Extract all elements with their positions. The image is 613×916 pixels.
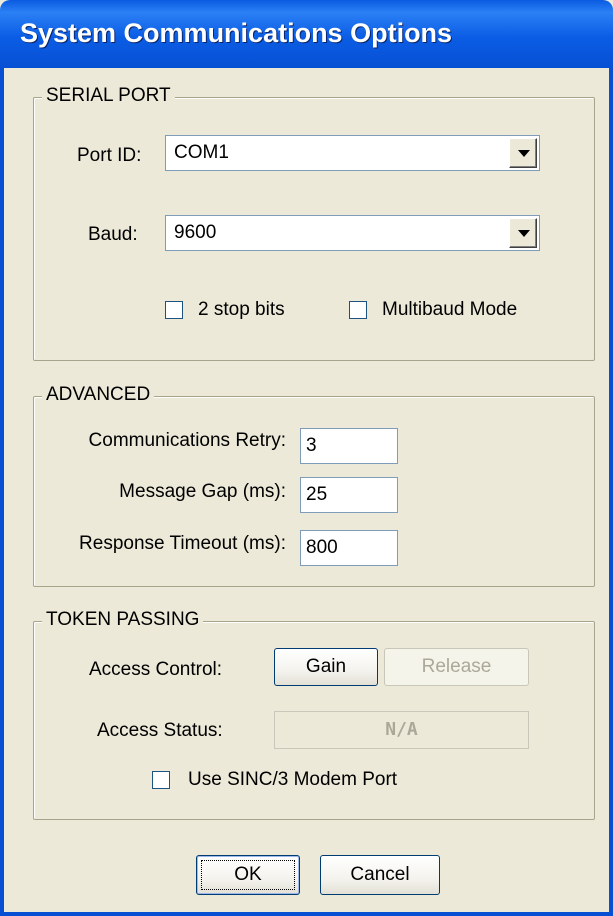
- modem-port-checkbox[interactable]: [152, 771, 170, 789]
- port-id-dropdown-button[interactable]: [509, 138, 537, 168]
- multibaud-mode-label[interactable]: Multibaud Mode: [382, 299, 517, 321]
- title-bar[interactable]: System Communications Options: [0, 0, 613, 68]
- port-id-combobox[interactable]: COM1: [165, 135, 540, 171]
- ok-button[interactable]: OK: [196, 855, 300, 895]
- baud-combobox[interactable]: 9600: [165, 215, 540, 251]
- access-status-field: N/A: [274, 711, 529, 749]
- serial-port-group-label: SERIAL PORT: [42, 85, 175, 107]
- modem-port-label[interactable]: Use SINC/3 Modem Port: [188, 769, 397, 791]
- gain-button[interactable]: Gain: [274, 648, 378, 686]
- comm-retry-value: 3: [306, 435, 317, 456]
- message-gap-label: Message Gap (ms):: [119, 481, 286, 502]
- port-id-value: COM1: [174, 142, 229, 163]
- chevron-down-icon: [518, 150, 530, 157]
- two-stop-bits-checkbox[interactable]: [165, 301, 183, 319]
- release-button[interactable]: Release: [384, 648, 529, 686]
- baud-label: Baud:: [88, 224, 138, 245]
- response-timeout-value: 800: [306, 537, 338, 558]
- baud-value: 9600: [174, 222, 217, 243]
- token-passing-group: TOKEN PASSING Access Control: Gain Relea…: [33, 609, 595, 820]
- advanced-group: ADVANCED Communications Retry: 3 Message…: [33, 384, 595, 587]
- access-control-label: Access Control:: [89, 659, 223, 680]
- response-timeout-input[interactable]: 800: [300, 530, 398, 566]
- window-frame-bottom: [0, 912, 613, 916]
- token-passing-group-label: TOKEN PASSING: [42, 609, 204, 631]
- advanced-group-label: ADVANCED: [42, 384, 155, 406]
- comm-retry-input[interactable]: 3: [300, 428, 398, 464]
- window-frame-left: [0, 68, 4, 916]
- window-title: System Communications Options: [20, 18, 453, 48]
- response-timeout-label: Response Timeout (ms):: [79, 533, 286, 554]
- two-stop-bits-label[interactable]: 2 stop bits: [198, 299, 285, 321]
- message-gap-value: 25: [306, 484, 328, 505]
- cancel-button[interactable]: Cancel: [320, 855, 440, 895]
- message-gap-input[interactable]: 25: [300, 477, 398, 513]
- window-frame-right: [609, 68, 613, 916]
- baud-dropdown-button[interactable]: [509, 218, 537, 248]
- multibaud-mode-checkbox[interactable]: [349, 301, 367, 319]
- serial-port-group: SERIAL PORT Port ID: COM1 Baud: 9600 2 s…: [33, 85, 595, 361]
- chevron-down-icon: [518, 230, 530, 237]
- access-status-label: Access Status:: [97, 720, 223, 741]
- comm-retry-label: Communications Retry:: [88, 430, 286, 451]
- port-id-label: Port ID:: [77, 145, 142, 166]
